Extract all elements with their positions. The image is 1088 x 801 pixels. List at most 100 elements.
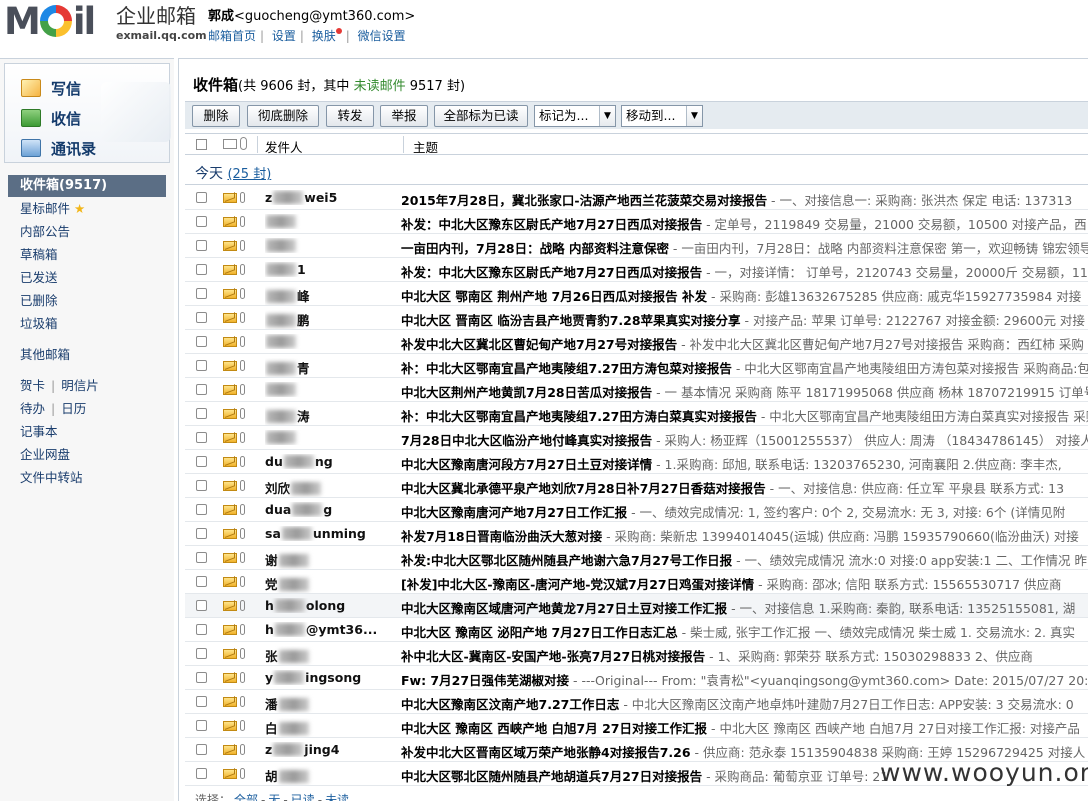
row-checkbox[interactable]	[196, 312, 207, 323]
table-row[interactable]: h olong 中北大区豫南区域唐河产地黄龙7月27日土豆对接工作汇报 - 一、对接…	[185, 594, 1088, 618]
row-checkbox[interactable]	[196, 528, 207, 539]
sender: 鹏	[265, 310, 395, 329]
tool-netdisk[interactable]: 企业网盘	[0, 443, 174, 466]
subject-column-header[interactable]: 主题	[413, 137, 438, 156]
unread-envelope-icon	[223, 745, 237, 755]
tool-notes[interactable]: 记事本	[0, 420, 174, 443]
row-checkbox[interactable]	[196, 552, 207, 563]
chevron-down-icon: ▼	[599, 106, 615, 126]
folder-drafts[interactable]: 草稿箱	[0, 243, 174, 266]
tool-greeting-card[interactable]: 贺卡	[20, 378, 45, 393]
group-count-link[interactable]: (25 封)	[227, 167, 271, 182]
compose-button[interactable]: 写信	[21, 76, 81, 100]
table-row[interactable]: 一亩田内刊，7月28日：战略 内部资料注意保密 - 一亩田内刊，7月28日：战略…	[185, 234, 1088, 258]
table-row[interactable]: dua g 中北大区豫南唐河产地7月27日工作汇报 - 一、绩效完成情况: 1, 签…	[185, 498, 1088, 522]
row-checkbox[interactable]	[196, 288, 207, 299]
permanent-delete-button[interactable]: 彻底删除	[247, 105, 319, 127]
table-row[interactable]: 1 补发：中北大区豫东区尉氏产地7月27日西瓜对接报告 - 一，对接详情： 订单号…	[185, 258, 1088, 282]
row-checkbox[interactable]	[196, 720, 207, 731]
table-row[interactable]: 7月28日中北大区临汾产地付峰真实对接报告 - 采购人: 杨亚辉（1500125…	[185, 426, 1088, 450]
table-row[interactable]: 党 [补发]中北大区-豫南区-唐河产地-党汉斌7月27日鸡蛋对接详情 - 采购商:…	[185, 570, 1088, 594]
table-row[interactable]: 补发中北大区冀北区曹妃甸产地7月27号对接报告 - 补发中北大区冀北区曹妃甸产地…	[185, 330, 1088, 354]
select-none-link[interactable]: 无	[268, 793, 280, 801]
row-checkbox[interactable]	[196, 240, 207, 251]
mark-all-read-button[interactable]: 全部标为已读	[434, 105, 528, 127]
table-row[interactable]: 白 中北大区 豫南区 西峡产地 白旭7月 27日对接工作汇报 - 中北大区 豫南区…	[185, 714, 1088, 738]
table-row[interactable]: du ng 中北大区豫南唐河段方7月27日土豆对接详情 - 1.采购商: 邱旭, 联…	[185, 450, 1088, 474]
table-row[interactable]: 涛 补：中北大区鄂南宜昌产地夷陵组7.27田方涛白菜真实对接报告 - 中北大区鄂南…	[185, 402, 1088, 426]
row-checkbox[interactable]	[196, 336, 207, 347]
row-checkbox[interactable]	[196, 216, 207, 227]
tool-postcard[interactable]: 明信片	[61, 378, 99, 393]
select-unread-link[interactable]: 未读	[325, 793, 349, 801]
folder-sent[interactable]: 已发送	[0, 266, 174, 289]
sender-column-header[interactable]: 发件人	[265, 137, 303, 156]
table-row[interactable]: 潘 中北大区豫南区汶南产地7.27工作日志 - 中北大区豫南区汶南产地卓炜叶建勋7…	[185, 690, 1088, 714]
row-checkbox[interactable]	[196, 696, 207, 707]
table-row[interactable]: 刘欣 中北大区冀北承德平泉产地刘欣7月28日补7月27日香菇对接报告 - 一、对接…	[185, 474, 1088, 498]
table-row[interactable]: y ingsong Fw: 7月27日强伟芜湖椒对接 - ---Original--…	[185, 666, 1088, 690]
table-row[interactable]: 补发：中北大区豫东区尉氏产地7月27日西瓜对接报告 - 定单号，2119849 …	[185, 210, 1088, 234]
tool-todo[interactable]: 待办	[20, 401, 45, 416]
tool-calendar[interactable]: 日历	[61, 401, 86, 416]
table-row[interactable]: 青 补：中北大区鄂南宜昌产地夷陵组7.27田方涛包菜对接报告 - 中北大区鄂南宜昌…	[185, 354, 1088, 378]
row-checkbox[interactable]	[196, 384, 207, 395]
receive-button[interactable]: 收信	[21, 106, 81, 130]
delete-button[interactable]: 删除	[192, 105, 240, 127]
unread-envelope-icon	[223, 625, 237, 635]
subject: 补发：中北大区豫东区尉氏产地7月27日西瓜对接报告 - 定单号，2119849 …	[401, 214, 1088, 233]
report-button[interactable]: 举报	[380, 105, 428, 127]
table-row[interactable]: 张 补中北大区-冀南区-安国产地-张亮7月27日桃对接报告 - 1、采购商: 郭荣…	[185, 642, 1088, 666]
link-wechat-settings[interactable]: 微信设置	[358, 29, 406, 43]
tool-file-transfer[interactable]: 文件中转站	[0, 466, 174, 489]
sender-suffix: jing4	[304, 742, 340, 757]
row-checkbox[interactable]	[196, 768, 207, 779]
unread-link[interactable]: 未读邮件	[354, 79, 406, 94]
row-checkbox[interactable]	[196, 744, 207, 755]
select-all-link[interactable]: 全部	[234, 793, 258, 801]
mark-as-label: 标记为...	[539, 108, 589, 123]
row-checkbox[interactable]	[196, 600, 207, 611]
contacts-button[interactable]: 通讯录	[21, 136, 96, 160]
select-read-link[interactable]: 已读	[291, 793, 315, 801]
row-checkbox[interactable]	[196, 264, 207, 275]
table-row[interactable]: 鹏 中北大区 晋南区 临汾吉县产地贾青豹7.28苹果真实对接分享 - 对接产品: …	[185, 306, 1088, 330]
forward-button[interactable]: 转发	[326, 105, 374, 127]
attachment-icon	[240, 480, 245, 491]
select-all-checkbox[interactable]	[196, 139, 207, 150]
move-to-select[interactable]: 移动到... ▼	[621, 105, 703, 127]
table-row[interactable]: sa unming 补发7月18日晋南临汾曲沃大葱对接 - 采购商: 柴新忠 139…	[185, 522, 1088, 546]
row-checkbox[interactable]	[196, 576, 207, 587]
row-checkbox[interactable]	[196, 624, 207, 635]
sender-prefix: h	[265, 622, 274, 637]
row-checkbox[interactable]	[196, 672, 207, 683]
folder-deleted[interactable]: 已删除	[0, 289, 174, 312]
folder-spam[interactable]: 垃圾箱	[0, 312, 174, 335]
folder-inbox[interactable]: 收件箱(9517)	[8, 175, 166, 197]
row-checkbox[interactable]	[196, 648, 207, 659]
subject-text: 中北大区鄂北区随州随县产地胡道兵7月27日对接报告	[401, 769, 703, 784]
table-row[interactable]: 谢 补发:中北大区鄂北区随州随县产地谢六急7月27号工作日报 - 一、绩效完成情况…	[185, 546, 1088, 570]
table-row[interactable]: h @ymt36... 中北大区 豫南区 泌阳产地 7月27日工作日志汇总 - 柴士…	[185, 618, 1088, 642]
folder-other-mailboxes[interactable]: 其他邮箱	[0, 343, 174, 366]
row-checkbox[interactable]	[196, 432, 207, 443]
row-checkbox[interactable]	[196, 408, 207, 419]
folder-starred[interactable]: 星标邮件 ★	[0, 197, 174, 220]
link-settings[interactable]: 设置	[272, 29, 296, 43]
table-row[interactable]: z wei5 2015年7月28日，冀北张家口-沽源产地西兰花菠菜交易对接报告 - …	[185, 186, 1088, 210]
tools-row-todo: 待办 | 日历	[20, 401, 87, 416]
link-mail-home[interactable]: 邮箱首页	[208, 29, 256, 43]
row-checkbox[interactable]	[196, 360, 207, 371]
folder-announcements[interactable]: 内部公告	[0, 220, 174, 243]
row-checkbox[interactable]	[196, 192, 207, 203]
row-checkbox[interactable]	[196, 504, 207, 515]
table-row[interactable]: 中北大区荆州产地黄凯7月28日苦瓜对接报告 - 一 基本情况 采购商 陈平 18…	[185, 378, 1088, 402]
foxmail-logo[interactable]: Mil	[4, 2, 112, 42]
mark-as-select[interactable]: 标记为... ▼	[534, 105, 616, 127]
subject-text: 补发中北大区冀北区曹妃甸产地7月27号对接报告	[401, 337, 678, 352]
link-skin[interactable]: 换肤	[312, 29, 336, 43]
table-row[interactable]: 峰 中北大区 鄂南区 荆州产地 7月26日西瓜对接报告 补发 - 采购商: 彭雄1…	[185, 282, 1088, 306]
subject: 中北大区冀北承德平泉产地刘欣7月28日补7月27日香菇对接报告 - 一、对接信息…	[401, 478, 1088, 497]
row-checkbox[interactable]	[196, 480, 207, 491]
row-checkbox[interactable]	[196, 456, 207, 467]
